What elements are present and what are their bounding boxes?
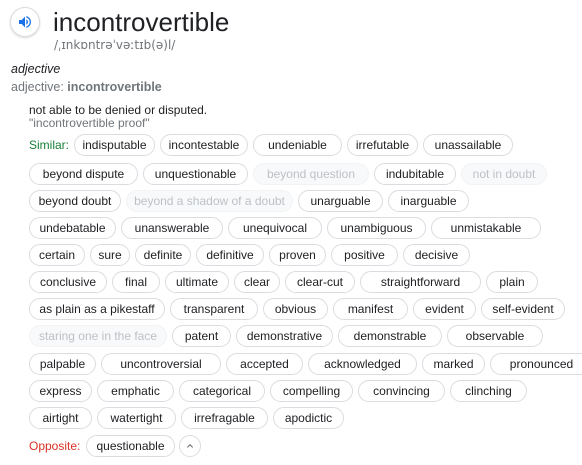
headword: incontrovertible xyxy=(53,7,230,37)
synonym-chip[interactable]: express xyxy=(29,380,92,402)
pronunciation-speaker-button[interactable] xyxy=(10,7,40,37)
synonym-chip[interactable]: evident xyxy=(413,298,476,320)
chevron-up-icon xyxy=(187,444,193,448)
synonym-chip[interactable]: pronounced xyxy=(490,353,582,375)
synonym-chip[interactable]: straightforward xyxy=(360,271,481,293)
part-of-speech: adjective xyxy=(11,62,61,76)
opposite-label: Opposite: xyxy=(29,439,81,453)
synonym-chip[interactable]: proven xyxy=(269,244,326,266)
synonym-chip[interactable]: emphatic xyxy=(97,380,174,402)
synonym-chip[interactable]: certain xyxy=(29,244,85,266)
collapse-synonyms-button[interactable] xyxy=(179,435,201,457)
synonym-chip[interactable]: decisive xyxy=(403,244,470,266)
synonym-chip[interactable]: incontestable xyxy=(160,134,248,156)
synonym-chip[interactable]: beyond dispute xyxy=(29,163,138,185)
synonym-chip[interactable]: irrefragable xyxy=(181,407,268,429)
synonym-chip[interactable]: unequivocal xyxy=(228,217,322,239)
antonym-chip[interactable]: questionable xyxy=(86,435,175,457)
synonym-chip[interactable]: observable xyxy=(447,325,543,347)
synonym-chip[interactable]: clinching xyxy=(450,380,527,402)
definition-text: not able to be denied or disputed. xyxy=(29,103,208,117)
phonetic-spelling: /ˌɪnkɒntrəˈvəːtɪb(ə)l/ xyxy=(54,38,176,52)
synonym-chip[interactable]: irrefutable xyxy=(347,134,418,156)
synonym-chip[interactable]: categorical xyxy=(179,380,265,402)
synonym-chip[interactable]: positive xyxy=(331,244,398,266)
synonym-chip[interactable]: convincing xyxy=(358,380,445,402)
synonym-chip: beyond a shadow of a doubt xyxy=(126,190,293,212)
synonym-chip[interactable]: transparent xyxy=(170,298,258,320)
synonym-chip[interactable]: plain xyxy=(486,271,538,293)
synonym-chip[interactable]: as plain as a pikestaff xyxy=(29,298,165,320)
synonym-chip[interactable]: conclusive xyxy=(29,271,107,293)
synonym-chip[interactable]: unarguable xyxy=(298,190,383,212)
word-form-word: incontrovertible xyxy=(67,80,162,94)
synonym-chip[interactable]: patent xyxy=(172,325,231,347)
example-sentence: "incontrovertible proof" xyxy=(29,116,150,130)
synonym-chip[interactable]: final xyxy=(112,271,160,293)
synonym-chip[interactable]: manifest xyxy=(333,298,408,320)
synonym-chip[interactable]: undeniable xyxy=(253,134,342,156)
synonym-chip[interactable]: demonstrative xyxy=(236,325,333,347)
similar-label: Similar: xyxy=(29,138,70,152)
synonym-chip[interactable]: self-evident xyxy=(481,298,565,320)
synonym-chip[interactable]: palpable xyxy=(29,353,96,375)
synonym-chip[interactable]: airtight xyxy=(29,407,92,429)
synonym-chip[interactable]: accepted xyxy=(226,353,303,375)
synonym-chip[interactable]: definitive xyxy=(196,244,264,266)
synonym-chip[interactable]: unanswerable xyxy=(121,217,223,239)
synonym-chip[interactable]: undebatable xyxy=(29,217,116,239)
synonym-chip[interactable]: beyond doubt xyxy=(29,190,121,212)
word-form-label: adjective: xyxy=(11,80,64,94)
synonym-chip[interactable]: watertight xyxy=(97,407,176,429)
word-form: adjective: incontrovertible xyxy=(11,79,162,95)
synonym-chip[interactable]: compelling xyxy=(270,380,353,402)
synonym-chip[interactable]: apodictic xyxy=(273,407,344,429)
synonym-chip[interactable]: clear xyxy=(234,271,280,293)
synonym-chip[interactable]: unassailable xyxy=(423,134,513,156)
synonym-chip[interactable]: acknowledged xyxy=(308,353,417,375)
synonym-chip[interactable]: sure xyxy=(90,244,130,266)
synonym-chip: beyond question xyxy=(253,163,369,185)
speaker-icon xyxy=(19,16,31,28)
synonym-chip[interactable]: clear-cut xyxy=(285,271,355,293)
synonym-chip[interactable]: demonstrable xyxy=(338,325,442,347)
synonym-chip[interactable]: unambiguous xyxy=(327,217,426,239)
synonym-chip[interactable]: marked xyxy=(422,353,485,375)
synonym-chip[interactable]: definite xyxy=(135,244,191,266)
synonym-chip[interactable]: unquestionable xyxy=(143,163,248,185)
synonym-chip: staring one in the face xyxy=(29,325,167,347)
synonym-chip[interactable]: indubitable xyxy=(374,163,456,185)
synonym-chip[interactable]: unmistakable xyxy=(431,217,541,239)
synonym-chip[interactable]: obvious xyxy=(263,298,328,320)
synonym-chip[interactable]: inarguable xyxy=(388,190,469,212)
synonym-chip[interactable]: ultimate xyxy=(165,271,229,293)
synonym-chip: not in doubt xyxy=(461,163,547,185)
synonym-chip[interactable]: indisputable xyxy=(74,134,155,156)
synonym-chip[interactable]: uncontroversial xyxy=(101,353,221,375)
